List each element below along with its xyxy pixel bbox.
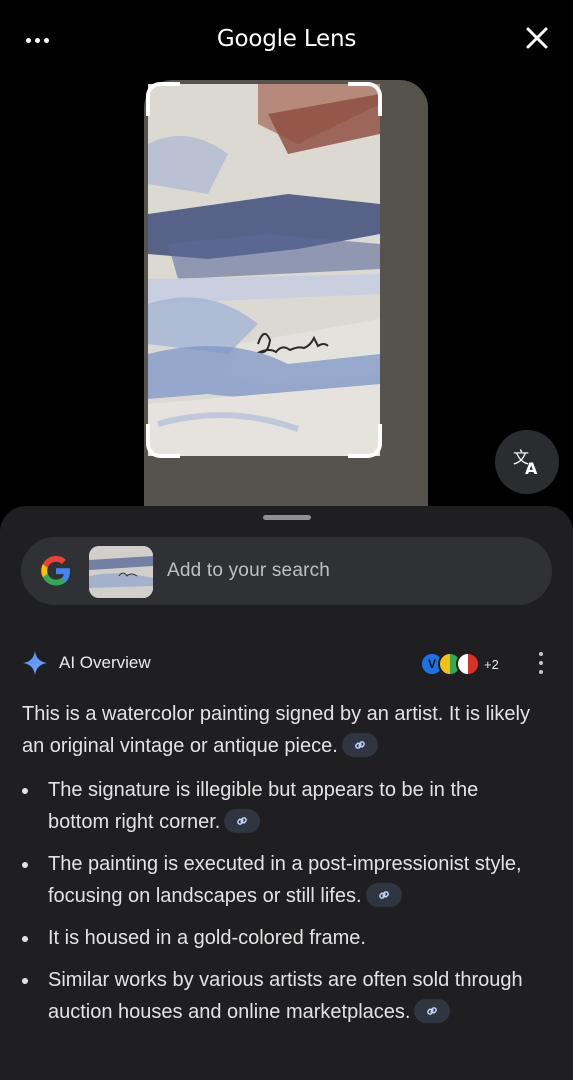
link-icon — [237, 816, 248, 825]
bullet-text: The signature is illegible but appears t… — [48, 779, 479, 833]
source-avatars[interactable]: V +2 — [420, 650, 499, 678]
list-item: The signature is illegible but appears t… — [22, 774, 542, 838]
top-bar: Google Lens — [0, 0, 573, 80]
bullet-text: The painting is executed in a post-impre… — [48, 853, 522, 907]
ai-intro: This is a watercolor painting signed by … — [22, 698, 542, 762]
source-link-button[interactable] — [365, 882, 402, 907]
source-link-button[interactable] — [341, 732, 378, 757]
crop-handle-bottom-right[interactable] — [348, 424, 382, 458]
sparkle-icon — [23, 651, 47, 675]
crop-handle-top-left[interactable] — [146, 82, 180, 116]
ai-overview-header: AI Overview V +2 — [22, 648, 552, 678]
close-button[interactable] — [523, 24, 551, 52]
crop-handle-bottom-left[interactable] — [146, 424, 180, 458]
translate-icon: 文 A — [513, 448, 538, 477]
ai-overview-body: This is a watercolor painting signed by … — [22, 698, 542, 1038]
bullet-text: Similar works by various artists are oft… — [48, 969, 523, 1023]
list-item: The painting is executed in a post-impre… — [22, 848, 542, 912]
translate-button[interactable]: 文 A — [495, 430, 559, 494]
bullet-text: It is housed in a gold-colored frame. — [48, 927, 366, 949]
results-sheet: Add to your search AI Overview V +2 This… — [0, 506, 573, 1080]
list-item: Similar works by various artists are oft… — [22, 964, 542, 1028]
link-icon — [427, 1006, 438, 1015]
search-placeholder: Add to your search — [167, 560, 331, 581]
painting-image — [148, 84, 380, 456]
source-count: +2 — [484, 656, 499, 672]
google-g-icon — [41, 556, 70, 586]
source-flag-icon — [456, 652, 480, 676]
close-icon — [526, 27, 548, 49]
sheet-drag-handle[interactable] — [263, 515, 311, 520]
more-vertical-icon[interactable] — [536, 652, 546, 674]
app-title: Google Lens — [216, 26, 357, 52]
image-thumbnail[interactable] — [89, 546, 153, 598]
list-item: It is housed in a gold-colored frame. — [22, 922, 542, 954]
add-to-search-bar[interactable]: Add to your search — [21, 537, 552, 605]
link-icon — [354, 740, 365, 749]
source-link-button[interactable] — [224, 808, 261, 833]
ai-intro-text: This is a watercolor painting signed by … — [22, 703, 530, 757]
ai-bullet-list: The signature is illegible but appears t… — [22, 774, 542, 1028]
source-link-button[interactable] — [414, 998, 451, 1023]
ai-overview-title: AI Overview — [59, 653, 151, 672]
link-icon — [378, 890, 389, 899]
crop-handle-top-right[interactable] — [348, 82, 382, 116]
selected-image-region[interactable] — [148, 84, 380, 456]
svg-text:A: A — [525, 459, 538, 477]
